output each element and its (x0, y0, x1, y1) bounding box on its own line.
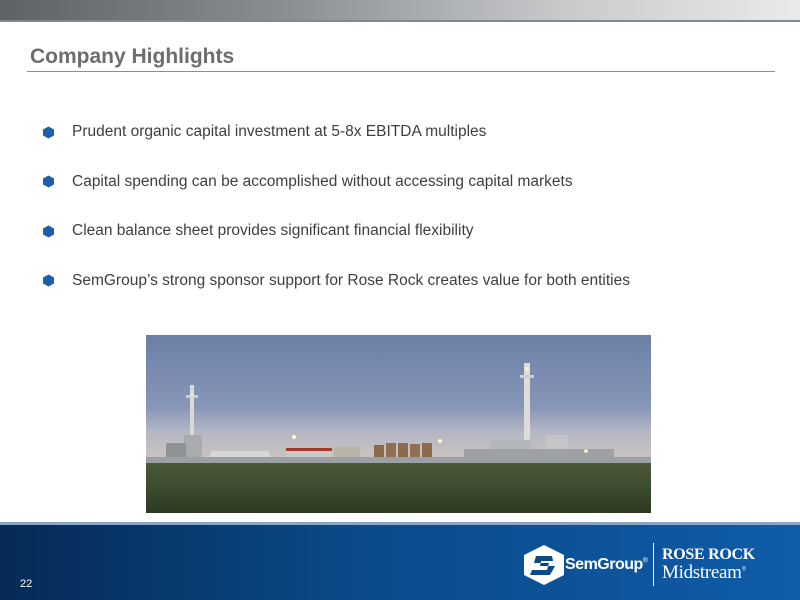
list-item: Prudent organic capital investment at 5-… (42, 122, 762, 142)
bullet-text: Capital spending can be accomplished wit… (72, 172, 573, 190)
bullet-text: Prudent organic capital investment at 5-… (72, 123, 487, 140)
semgroup-wordmark: SemGroup (565, 556, 643, 573)
hexagon-bullet-icon (43, 274, 54, 287)
highlights-list: Prudent organic capital investment at 5-… (42, 122, 762, 320)
rose-rock-registered-mark: ® (741, 566, 747, 573)
semgroup-registered-mark: ® (642, 557, 648, 565)
bullet-text: SemGroup’s strong sponsor support for Ro… (72, 271, 630, 289)
facility-photo (146, 335, 651, 513)
hexagon-bullet-icon (43, 175, 54, 188)
bullet-text: Clean balance sheet provides significant… (72, 222, 474, 239)
list-item: SemGroup’s strong sponsor support for Ro… (42, 271, 762, 291)
slide-title: Company Highlights (30, 45, 235, 68)
list-item: Clean balance sheet provides significant… (42, 221, 762, 241)
page-number: 22 (20, 578, 33, 590)
hexagon-bullet-icon (43, 225, 54, 237)
rose-rock-logo-line2: Midstream® (662, 562, 746, 584)
title-underline (27, 71, 775, 72)
semgroup-logo-icon (524, 545, 564, 585)
logo-divider (653, 543, 654, 586)
hexagon-bullet-icon (43, 126, 54, 138)
header-gradient-bar (0, 0, 800, 22)
rose-rock-wordmark: Midstream (662, 562, 742, 583)
semgroup-logo-text: SemGroup® (565, 556, 648, 574)
list-item: Capital spending can be accomplished wit… (42, 172, 762, 192)
header-accent-line (0, 20, 800, 22)
